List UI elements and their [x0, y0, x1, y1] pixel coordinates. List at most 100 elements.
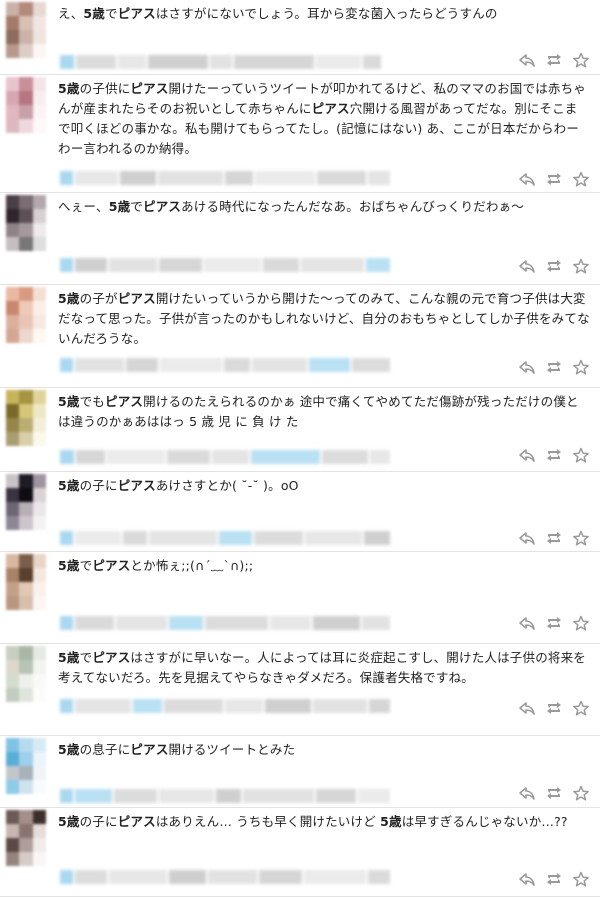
tweet-meta-blurred: [60, 258, 391, 272]
tweet-item[interactable]: 5歳でもピアス開けるのたえられるのかぁ 途中で痛くてやめてただ傷跡が残っただけの…: [0, 388, 600, 472]
favorite-icon[interactable]: [572, 871, 590, 887]
retweet-icon[interactable]: [545, 615, 563, 631]
text-segment: の子供に: [79, 81, 131, 96]
retweet-icon[interactable]: [545, 258, 563, 274]
favorite-icon[interactable]: [572, 447, 590, 463]
tweet-text: 5歳の子供にピアス開けたーっていうツイートが叩かれてるけど、私のママのお国では赤…: [58, 79, 590, 159]
favorite-icon[interactable]: [572, 785, 590, 801]
reply-icon[interactable]: [518, 171, 536, 187]
tweet-meta-blurred: [60, 616, 391, 630]
tweet-actions: [518, 51, 590, 69]
highlight-keyword: 5歳: [58, 394, 80, 409]
tweet-meta-blurred: [60, 450, 390, 464]
text-segment: あけさすとか( ˘-˘ )。oO: [155, 478, 299, 493]
reply-icon[interactable]: [518, 700, 536, 716]
highlight-keyword: ピアス: [117, 6, 156, 21]
tweet-text: え、5歳でピアスはさすがにないでしょう。耳から変な菌入ったらどうすんの: [58, 4, 590, 24]
tweet-actions: [518, 699, 590, 717]
tweet-actions: [518, 446, 590, 464]
text-segment: でも: [79, 394, 106, 409]
text-segment: の子に: [79, 814, 118, 829]
tweet-text: 5歳でもピアス開けるのたえられるのかぁ 途中で痛くてやめてただ傷跡が残っただけの…: [58, 392, 590, 432]
tweet-meta-blurred: [60, 789, 390, 803]
reply-icon[interactable]: [518, 615, 536, 631]
tweet-text: 5歳の子にピアスあけさすとか( ˘-˘ )。oO: [58, 476, 590, 496]
retweet-icon[interactable]: [545, 359, 563, 375]
highlight-keyword: 5歳: [58, 81, 80, 96]
retweet-icon[interactable]: [545, 700, 563, 716]
retweet-icon[interactable]: [545, 785, 563, 801]
text-segment: とか怖ぇ;;(∩´﹏`∩);;: [130, 558, 254, 573]
avatar[interactable]: [6, 738, 46, 794]
tweet-item[interactable]: 5歳の子供にピアス開けたーっていうツイートが叩かれてるけど、私のママのお国では赤…: [0, 75, 600, 193]
favorite-icon[interactable]: [572, 615, 590, 631]
tweet-text: 5歳の息子にピアス開けるツイートとみた: [58, 740, 590, 760]
avatar[interactable]: [6, 2, 46, 58]
retweet-icon[interactable]: [545, 871, 563, 887]
tweet-text: 5歳の子がピアス開けたいっていうから開けた〜ってのみて、こんな親の元で育つ子供は…: [58, 289, 590, 349]
tweet-meta-blurred: [60, 55, 390, 69]
text-segment: の子に: [79, 478, 118, 493]
avatar[interactable]: [6, 810, 46, 866]
highlight-keyword: 5歳: [58, 650, 80, 665]
highlight-keyword: 5歳: [58, 478, 80, 493]
reply-icon[interactable]: [518, 785, 536, 801]
tweet-text: へぇー、5歳でピアスあける時代になったんだなあ。おばちゃんびっくりだわぁ〜: [58, 197, 590, 217]
retweet-icon[interactable]: [545, 530, 563, 546]
reply-icon[interactable]: [518, 258, 536, 274]
highlight-keyword: ピアス: [117, 291, 156, 306]
tweet-item[interactable]: 5歳の子にピアスはありえん… うちも早く開けたいけど 5歳は早すぎるんじゃないか…: [0, 808, 600, 897]
tweet-actions: [518, 358, 590, 376]
favorite-icon[interactable]: [572, 359, 590, 375]
tweet-item[interactable]: 5歳の息子にピアス開けるツイートとみた: [0, 736, 600, 808]
highlight-keyword: 5歳: [83, 6, 106, 21]
highlight-keyword: 5歳: [58, 814, 80, 829]
tweet-item[interactable]: 5歳の子にピアスあけさすとか( ˘-˘ )。oO: [0, 472, 600, 552]
reply-icon[interactable]: [518, 871, 536, 887]
highlight-keyword: ピアス: [311, 101, 350, 116]
favorite-icon[interactable]: [572, 530, 590, 546]
tweet-item[interactable]: へぇー、5歳でピアスあける時代になったんだなあ。おばちゃんびっくりだわぁ〜: [0, 193, 600, 285]
highlight-keyword: ピアス: [143, 199, 182, 214]
avatar[interactable]: [6, 554, 46, 610]
highlight-keyword: 5歳: [58, 558, 80, 573]
retweet-icon[interactable]: [545, 52, 563, 68]
tweet-actions: [518, 614, 590, 632]
text-segment: で: [105, 6, 118, 21]
reply-icon[interactable]: [518, 359, 536, 375]
text-segment: あける時代になったんだなあ。おばちゃんびっくりだわぁ〜: [181, 199, 525, 214]
favorite-icon[interactable]: [572, 52, 590, 68]
favorite-icon[interactable]: [572, 171, 590, 187]
favorite-icon[interactable]: [572, 700, 590, 716]
reply-icon[interactable]: [518, 530, 536, 546]
avatar[interactable]: [6, 195, 46, 251]
retweet-icon[interactable]: [545, 171, 563, 187]
reply-icon[interactable]: [518, 52, 536, 68]
avatar[interactable]: [6, 390, 46, 446]
reply-icon[interactable]: [518, 447, 536, 463]
tweet-item[interactable]: 5歳の子がピアス開けたいっていうから開けた〜ってのみて、こんな親の元で育つ子供は…: [0, 285, 600, 388]
retweet-icon[interactable]: [545, 447, 563, 463]
tweet-actions: [518, 870, 590, 888]
tweet-item[interactable]: 5歳でピアスとか怖ぇ;;(∩´﹏`∩);;: [0, 552, 600, 644]
highlight-keyword: 5歳: [58, 742, 80, 757]
avatar[interactable]: [6, 474, 46, 530]
avatar[interactable]: [6, 77, 46, 133]
avatar[interactable]: [6, 646, 46, 702]
highlight-keyword: 5歳: [380, 814, 402, 829]
tweet-item[interactable]: え、5歳でピアスはさすがにないでしょう。耳から変な菌入ったらどうすんの: [0, 0, 600, 75]
favorite-icon[interactable]: [572, 258, 590, 274]
tweet-meta-blurred: [60, 358, 390, 372]
highlight-keyword: ピアス: [117, 478, 156, 493]
highlight-keyword: ピアス: [130, 81, 169, 96]
text-segment: の子が: [79, 291, 118, 306]
text-segment: はさすがにないでしょう。耳から変な菌入ったらどうすんの: [155, 6, 498, 21]
tweet-item[interactable]: 5歳でピアスはさすがに早いなー。人によっては耳に炎症起こすし、開けた人は子供の将…: [0, 644, 600, 736]
text-segment: はさすがに早いなー。人によっては耳に炎症起こすし、開けた人は子供の将来を考えてな…: [58, 650, 586, 685]
avatar[interactable]: [6, 287, 46, 343]
text-segment: へぇー、: [58, 199, 109, 214]
tweet-meta-blurred: [60, 531, 390, 545]
highlight-keyword: ピアス: [105, 394, 144, 409]
text-segment: で: [79, 650, 93, 665]
text-segment: はありえん… うちも早く開けたいけど: [155, 814, 381, 829]
